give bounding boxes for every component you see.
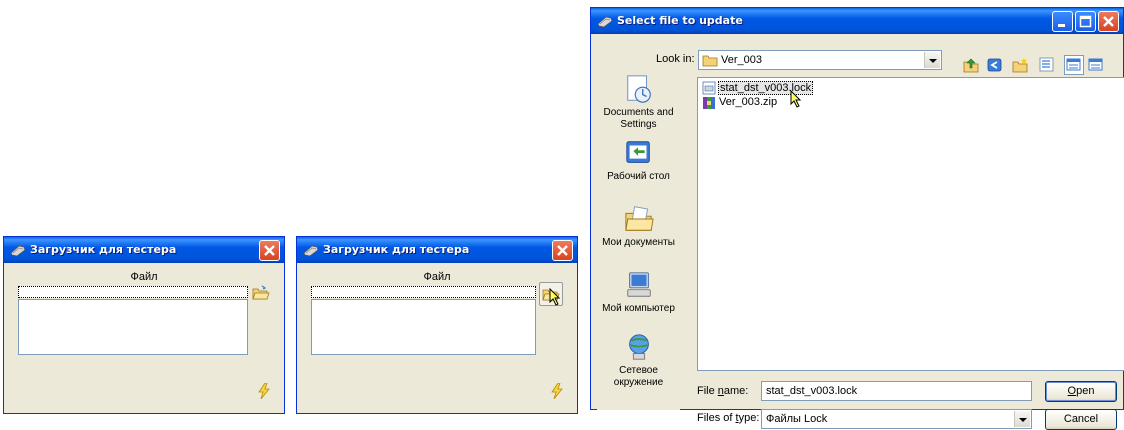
loader-window-2: Загрузчик для тестера Файл: [296, 236, 578, 414]
details-view-icon: [1066, 58, 1081, 71]
file-name-value: stat_dst_v003.lock: [766, 385, 858, 397]
network-icon: [628, 334, 649, 360]
file-label: Файл: [130, 271, 158, 283]
file-listbox[interactable]: [311, 299, 536, 355]
minimize-icon: [1058, 24, 1065, 27]
open-folder-icon[interactable]: [252, 285, 270, 301]
files-of-type-value: Файлы Lock: [766, 413, 828, 425]
lock-file-icon: [702, 81, 716, 95]
new-folder-icon[interactable]: [1012, 57, 1028, 73]
up-folder-icon[interactable]: [963, 57, 979, 73]
window-title: Загрузчик для тестера: [30, 243, 177, 256]
list-view-icon[interactable]: [1088, 57, 1104, 73]
open-button-label: Open: [1067, 385, 1095, 397]
look-in-value: Ver_003: [721, 54, 762, 66]
app-icon: [10, 245, 26, 257]
view-menu-icon[interactable]: [1039, 57, 1055, 73]
places-bar: Documents and Settings Рабочий стол Мои …: [597, 70, 680, 410]
zip-file-icon: [703, 97, 715, 109]
close-button[interactable]: [259, 240, 280, 261]
place-label: Рабочий стол: [607, 171, 670, 182]
title-bar[interactable]: Select file to update: [591, 8, 1123, 34]
place-label: Сетевое окружение: [613, 365, 664, 388]
place-label: Мои документы: [602, 237, 675, 248]
cursor-icon: [549, 288, 561, 306]
place-label: Documents and Settings: [603, 107, 674, 130]
window-title: Select file to update: [617, 14, 743, 27]
window-client: Файл: [300, 263, 574, 413]
file-name: Ver_003.zip: [719, 96, 778, 108]
chevron-down-icon[interactable]: [924, 52, 940, 68]
close-button[interactable]: [1098, 11, 1119, 32]
app-icon: [597, 16, 613, 28]
window-title: Загрузчик для тестера: [323, 243, 470, 256]
maximize-button[interactable]: [1075, 11, 1096, 32]
chevron-down-icon[interactable]: [1014, 411, 1030, 427]
file-listbox[interactable]: [18, 299, 248, 355]
files-of-type-combo[interactable]: Файлы Lock: [761, 409, 1032, 429]
look-in-label: Look in:: [656, 53, 695, 65]
file-label: Файл: [423, 271, 451, 283]
close-icon: [1103, 16, 1114, 27]
open-button[interactable]: Open: [1045, 381, 1117, 402]
file-path-input[interactable]: [18, 286, 248, 298]
files-of-type-label: Files of type:: [697, 412, 760, 424]
place-label: Мой компьютер: [602, 303, 675, 314]
minimize-button[interactable]: [1052, 11, 1073, 32]
loader-window-1: Загрузчик для тестера Файл: [3, 236, 285, 414]
my-documents-icon: [624, 206, 654, 231]
cancel-button-label: Cancel: [1063, 413, 1099, 425]
look-in-combo[interactable]: Ver_003: [698, 50, 942, 70]
file-name-label: File name:: [697, 385, 749, 397]
close-button[interactable]: [552, 240, 573, 261]
my-computer-icon: [626, 272, 651, 297]
back-icon[interactable]: [987, 57, 1003, 73]
title-bar[interactable]: Загрузчик для тестера: [4, 237, 284, 263]
details-view-button[interactable]: [1064, 55, 1084, 75]
lightning-icon[interactable]: [257, 383, 271, 399]
app-icon: [303, 245, 319, 257]
file-name-input[interactable]: stat_dst_v003.lock: [761, 381, 1032, 401]
cursor-icon: [790, 90, 802, 108]
lightning-icon[interactable]: [550, 383, 564, 399]
documents-and-settings-icon: [626, 75, 651, 103]
place-network[interactable]: Сетевое окружение: [597, 332, 680, 389]
window-client: Файл: [7, 263, 281, 413]
file-dialog: Select file to update Look in: Ver_003 D…: [590, 7, 1124, 430]
place-documents-and-settings[interactable]: Documents and Settings: [597, 74, 680, 131]
dialog-client: Look in: Ver_003 Documents and Settings …: [594, 34, 1124, 430]
place-my-documents[interactable]: Мои документы: [597, 204, 680, 249]
place-desktop[interactable]: Рабочий стол: [597, 138, 680, 183]
close-icon: [264, 245, 275, 256]
title-bar[interactable]: Загрузчик для тестера: [297, 237, 577, 263]
open-folder-button[interactable]: [539, 282, 563, 306]
file-list-pane[interactable]: stat_dst_v003.lock Ver_003.zip: [697, 77, 1124, 371]
folder-icon: [702, 55, 718, 67]
cancel-button[interactable]: Cancel: [1045, 409, 1117, 430]
desktop-icon: [625, 141, 650, 163]
place-my-computer[interactable]: Мой компьютер: [597, 270, 680, 315]
close-icon: [557, 245, 568, 256]
maximize-icon: [1079, 15, 1092, 28]
file-path-input[interactable]: [311, 286, 536, 298]
